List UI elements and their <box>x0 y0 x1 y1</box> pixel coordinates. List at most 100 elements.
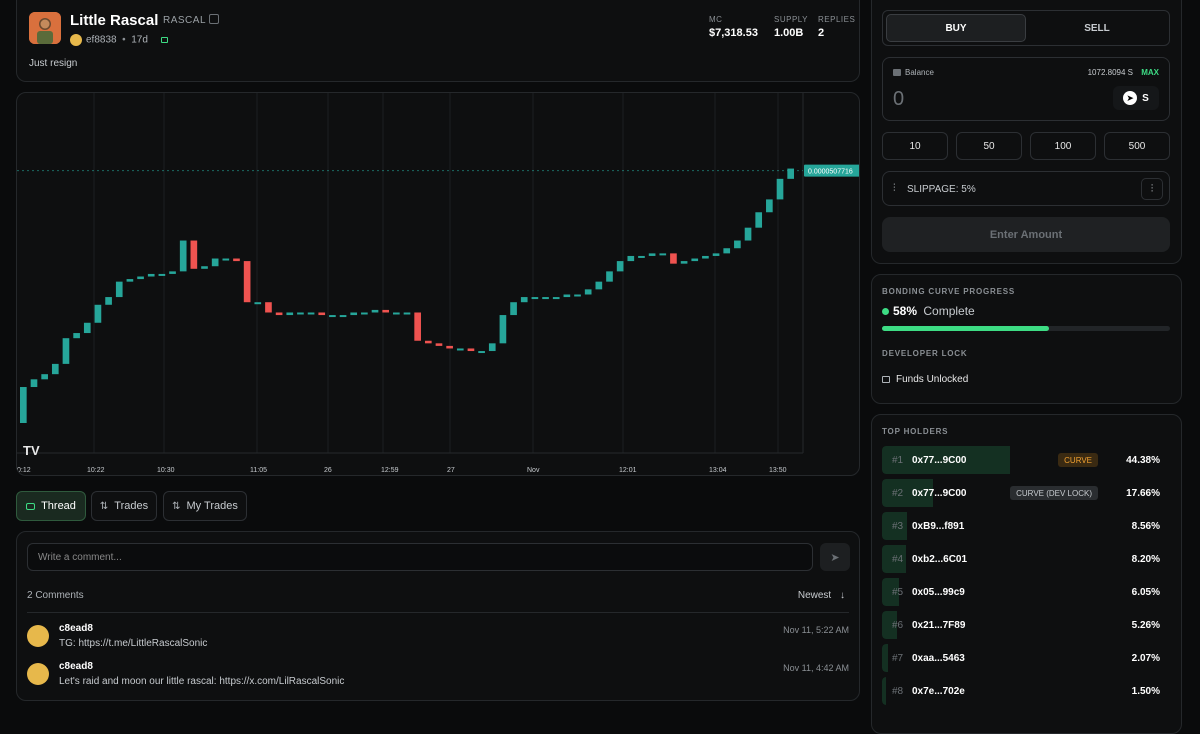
bonding-panel: BONDING CURVE PROGRESS 58% Complete DEVE… <box>871 274 1182 404</box>
holder-badge: CURVE <box>1058 453 1098 467</box>
token-name: Little Rascal <box>70 12 159 29</box>
slippage-settings-button[interactable]: ⫶ <box>1141 178 1163 200</box>
comment-date: Nov 11, 5:22 AM <box>783 625 849 635</box>
stat-value: $7,318.53 <box>709 27 758 39</box>
x-tick-label: 13:04 <box>709 467 727 474</box>
candlestick-chart[interactable]: 0.0000507716 0:12 10:22 10:30 11:05 26 12:59 27… <box>17 93 860 476</box>
candle <box>158 273 166 276</box>
candle <box>51 363 59 375</box>
candle <box>712 253 720 256</box>
holder-address[interactable]: 0x05...99c9 <box>912 587 965 598</box>
candle <box>446 345 453 349</box>
sell-button[interactable]: SELL <box>1027 14 1167 42</box>
wallet-icon <box>893 69 901 77</box>
candle <box>659 253 667 256</box>
holder-percent: 1.50% <box>1131 686 1160 697</box>
holder-row[interactable]: #6 0x21...7F89 5.26% <box>882 611 1170 639</box>
x-tick-label: 27 <box>447 467 455 474</box>
tab-my-trades[interactable]: ⇅ My Trades <box>163 491 247 521</box>
unlock-icon <box>882 375 890 383</box>
tradingview-logo-icon[interactable]: TV <box>23 443 40 458</box>
quick-amount-50[interactable]: 50 <box>956 132 1022 160</box>
holder-row[interactable]: #8 0x7e...702e 1.50% <box>882 677 1170 705</box>
amount-input[interactable]: 0 <box>893 88 904 111</box>
price-chart[interactable]: 0.0000507716 0:12 10:22 10:30 11:05 26 12:59 27… <box>16 92 860 476</box>
quick-amount-500[interactable]: 500 <box>1104 132 1170 160</box>
candle <box>702 255 709 259</box>
candle <box>62 338 70 364</box>
candle <box>307 312 315 315</box>
max-button[interactable]: MAX <box>1141 68 1159 77</box>
comment-user[interactable]: c8ead8 <box>59 623 93 634</box>
stat-replies: REPLIES 2 <box>818 15 855 39</box>
tab-trades[interactable]: ⇅ Trades <box>91 491 157 521</box>
comment-user[interactable]: c8ead8 <box>59 661 93 672</box>
comment-placeholder: Write a comment... <box>38 551 122 563</box>
sort-dropdown[interactable]: Newest ↓ <box>798 590 845 601</box>
candle <box>627 255 635 262</box>
holder-badge: CURVE (DEV LOCK) <box>1010 486 1098 500</box>
candle <box>776 178 784 200</box>
holder-row[interactable]: #2 0x77...9C00 CURVE (DEV LOCK) 17.66% <box>882 479 1170 507</box>
candle <box>403 312 411 315</box>
lock-icon <box>160 37 168 43</box>
currency-label: S <box>1142 92 1149 104</box>
candle <box>318 312 326 316</box>
quick-amount-10[interactable]: 10 <box>882 132 948 160</box>
quick-amount-100[interactable]: 100 <box>1030 132 1096 160</box>
holder-address[interactable]: 0x7e...702e <box>912 686 965 697</box>
candle <box>30 379 38 388</box>
holder-share-bar <box>882 677 887 705</box>
settings-icon: ⫶ <box>1150 182 1154 195</box>
bonding-progress-track <box>882 326 1170 331</box>
holder-row[interactable]: #4 0xb2...6C01 8.20% <box>882 545 1170 573</box>
buy-button[interactable]: BUY <box>886 14 1026 42</box>
submit-button[interactable]: Enter Amount <box>882 217 1170 252</box>
candle <box>574 294 581 297</box>
balance-value-row: 1072.8094 S MAX <box>1088 68 1159 77</box>
candle <box>766 199 773 213</box>
candle <box>723 248 731 254</box>
holder-percent: 8.56% <box>1131 521 1160 532</box>
candle <box>201 266 208 269</box>
comment-input[interactable]: Write a comment... <box>27 543 813 571</box>
dev-lock-title: DEVELOPER LOCK <box>882 349 968 358</box>
holder-row[interactable]: #3 0xB9...f891 8.56% <box>882 512 1170 540</box>
x-tick-label: 10:30 <box>157 467 175 474</box>
candle <box>83 322 91 334</box>
x-tick-label: 0:12 <box>17 467 31 474</box>
holder-address[interactable]: 0x21...7F89 <box>912 620 965 631</box>
holder-rank: #3 <box>892 521 904 532</box>
candle <box>350 312 358 316</box>
trade-panel: BUY SELL Balance 1072.8094 S MAX 0 ➤ S 1… <box>871 0 1182 264</box>
candle <box>755 212 763 228</box>
copy-icon[interactable] <box>209 14 219 24</box>
holder-percent: 44.38% <box>1126 455 1160 466</box>
sliders-icon: ⫶ <box>893 183 896 194</box>
holder-row[interactable]: #1 0x77...9C00 CURVE 44.38% <box>882 446 1170 474</box>
creator-name[interactable]: ef8838 <box>86 35 117 46</box>
holder-address[interactable]: 0xaa...5463 <box>912 653 965 664</box>
token-ticker: RASCAL <box>163 15 207 26</box>
comment-avatar <box>27 625 49 647</box>
arrow-down-icon: ↓ <box>840 590 845 601</box>
candle <box>286 312 294 316</box>
chat-icon <box>26 502 36 510</box>
comments-panel: Write a comment... ➤ 2 Comments Newest ↓… <box>16 531 860 701</box>
stat-value: 2 <box>818 27 825 39</box>
holder-address[interactable]: 0x77...9C00 <box>912 455 967 466</box>
send-button[interactable]: ➤ <box>820 543 850 571</box>
holder-address[interactable]: 0xB9...f891 <box>912 521 964 532</box>
holder-row[interactable]: #7 0xaa...5463 2.07% <box>882 644 1170 672</box>
holder-address[interactable]: 0x77...9C00 <box>912 488 967 499</box>
dev-lock-status-row: Funds Unlocked <box>882 374 968 385</box>
tab-thread[interactable]: Thread <box>16 491 86 521</box>
holder-address[interactable]: 0xb2...6C01 <box>912 554 967 565</box>
x-tick-label: 12:59 <box>381 467 399 474</box>
candle <box>744 227 752 241</box>
currency-selector[interactable]: ➤ S <box>1113 86 1159 110</box>
comment-count: 2 Comments <box>27 590 84 601</box>
slippage-label: SLIPPAGE: 5% <box>907 184 976 195</box>
holder-row[interactable]: #5 0x05...99c9 6.05% <box>882 578 1170 606</box>
status-dot-icon <box>882 308 889 316</box>
